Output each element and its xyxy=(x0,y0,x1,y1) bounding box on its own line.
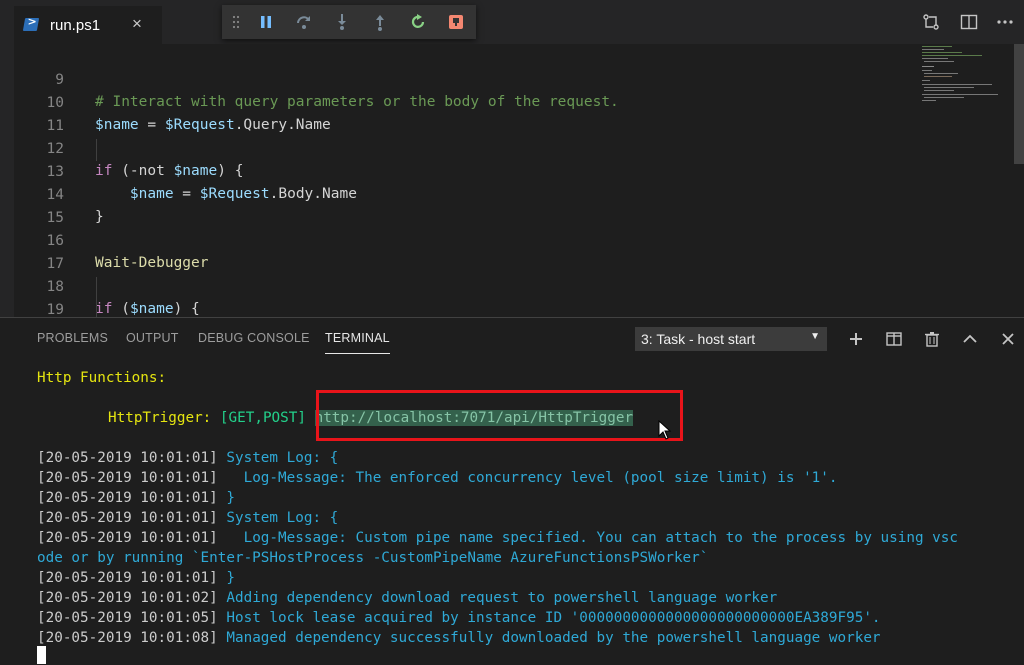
code-line: 20 $body = "Hello $name" xyxy=(0,300,1000,317)
chevron-down-icon: ▼ xyxy=(810,331,820,342)
add-terminal-icon[interactable] xyxy=(848,331,864,347)
chevron-up-icon[interactable] xyxy=(962,331,978,347)
powershell-file-icon xyxy=(22,18,40,31)
editor-tab-bar: run.ps1 × xyxy=(0,0,1024,44)
code-line: 16 Wait-Debugger xyxy=(0,208,1000,271)
code-editor[interactable]: 9 # Interact with query parameters or th… xyxy=(0,44,1024,317)
close-icon[interactable]: × xyxy=(132,14,142,34)
terminal-select-value: 3: Task - host start xyxy=(641,331,756,347)
indent-guide xyxy=(96,139,97,161)
step-into-icon[interactable] xyxy=(332,12,352,32)
log-line: [20-05-2019 10:01:01] } xyxy=(37,570,235,586)
terminal-select[interactable]: 3: Task - host start ▼ xyxy=(635,327,827,351)
code-line: 19 $status = [HttpStatusCode]::OK xyxy=(0,277,1000,317)
trash-icon[interactable] xyxy=(924,331,940,347)
step-out-icon[interactable] xyxy=(370,12,390,32)
log-line: [20-05-2019 10:01:01] System Log: { xyxy=(37,450,339,466)
tab-problems[interactable]: PROBLEMS xyxy=(37,331,108,345)
code-line: 17 xyxy=(0,231,1000,272)
code-line: 9 # Interact with query parameters or th… xyxy=(0,47,1000,110)
debug-toolbar xyxy=(222,5,476,39)
tab-label: run.ps1 xyxy=(50,17,101,34)
open-changes-icon[interactable] xyxy=(922,13,940,31)
code-line: 10 $name = $Request.Query.Name xyxy=(0,70,1000,133)
log-line: [20-05-2019 10:01:01] Log-Message: The e… xyxy=(37,470,838,486)
highlight-box xyxy=(316,390,683,441)
code-line: 11 xyxy=(0,93,1000,134)
terminal-cursor xyxy=(37,646,46,664)
close-icon[interactable] xyxy=(1000,331,1016,347)
disconnect-icon[interactable] xyxy=(446,12,466,32)
log-line: [20-05-2019 10:01:08] Managed dependency… xyxy=(37,630,881,646)
code-line: 14 } xyxy=(0,162,1000,225)
trigger-name: HttpTrigger: xyxy=(108,410,212,426)
pause-icon[interactable] xyxy=(256,12,276,32)
split-editor-icon[interactable] xyxy=(960,13,978,31)
code-line: 15 xyxy=(0,185,1000,226)
tab-debug-console[interactable]: DEBUG CONSOLE xyxy=(198,331,310,345)
log-line: ode or by running `Enter-PSHostProcess -… xyxy=(37,550,709,566)
log-line: [20-05-2019 10:01:01] System Log: { xyxy=(37,510,339,526)
terminal-heading: Http Functions: xyxy=(37,370,167,386)
log-line: [20-05-2019 10:01:02] Adding dependency … xyxy=(37,590,778,606)
restart-icon[interactable] xyxy=(408,12,428,32)
tab-run-ps1[interactable]: run.ps1 × xyxy=(14,6,162,44)
editor-scrollbar[interactable] xyxy=(1012,44,1024,317)
code-line: 13 $name = $Request.Body.Name xyxy=(0,139,1000,202)
mouse-pointer-icon xyxy=(658,420,672,440)
scrollbar-thumb[interactable] xyxy=(1014,44,1024,164)
bottom-panel: PROBLEMS OUTPUT DEBUG CONSOLE TERMINAL 3… xyxy=(0,317,1024,665)
code-line: 18 if ($name) { xyxy=(0,254,1000,317)
tab-output[interactable]: OUTPUT xyxy=(126,331,179,345)
more-actions-icon[interactable] xyxy=(996,13,1014,31)
code-line: 12 if (-not $name) { xyxy=(0,116,1000,179)
minimap[interactable] xyxy=(918,44,1010,104)
log-line: [20-05-2019 10:01:01] } xyxy=(37,490,235,506)
split-terminal-icon[interactable] xyxy=(886,331,902,347)
indent-guide xyxy=(96,277,97,317)
log-line: [20-05-2019 10:01:01] Log-Message: Custo… xyxy=(37,530,959,546)
log-line: [20-05-2019 10:01:05] Host lock lease ac… xyxy=(37,610,881,626)
drag-handle-icon[interactable] xyxy=(232,15,240,29)
trigger-methods: [GET,POST] xyxy=(219,410,306,426)
step-over-icon[interactable] xyxy=(294,12,314,32)
tab-terminal[interactable]: TERMINAL xyxy=(325,331,390,354)
